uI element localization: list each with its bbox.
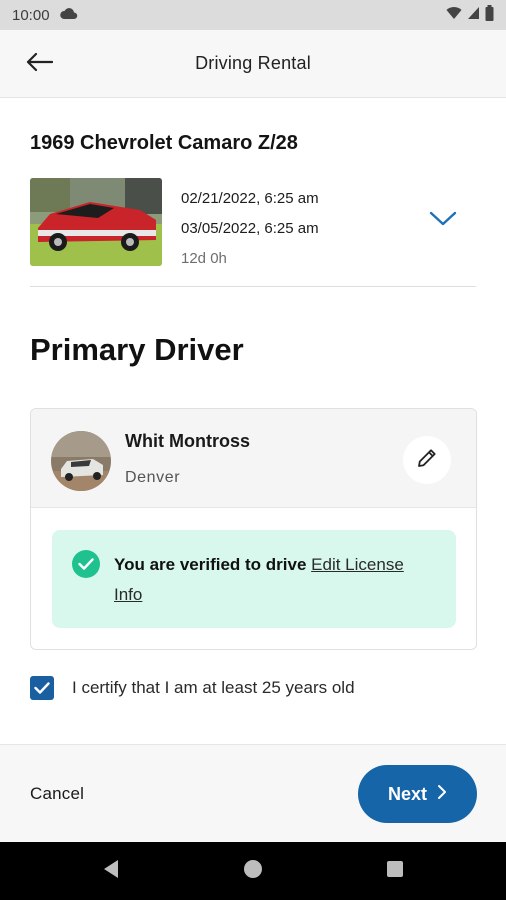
- check-circle-icon: [72, 550, 100, 578]
- status-bar: 10:00: [0, 0, 506, 30]
- cancel-button[interactable]: Cancel: [30, 784, 84, 804]
- signal-icon: [467, 6, 480, 24]
- verified-banner: You are verified to drive Edit License I…: [52, 530, 456, 628]
- end-date: 03/05/2022: [181, 220, 257, 237]
- next-label: Next: [387, 783, 427, 804]
- end-datetime: 03/05/2022, 6:25 am: [181, 214, 319, 244]
- arrow-left-icon: [25, 52, 54, 77]
- square-recents-icon: [386, 860, 404, 883]
- driver-card: Whit Montross Denver You are verified to…: [30, 408, 477, 650]
- footer-actions: Cancel Next: [0, 744, 506, 842]
- system-nav-bar: [0, 842, 506, 900]
- driver-header: Whit Montross Denver: [31, 409, 476, 508]
- circle-home-icon: [243, 859, 263, 884]
- certify-checkbox[interactable]: [30, 676, 54, 700]
- certify-label: I certify that I am at least 25 years ol…: [72, 678, 355, 697]
- nav-back-button[interactable]: [99, 859, 123, 883]
- chevron-right-icon: [437, 784, 447, 805]
- car-thumbnail: [30, 178, 162, 266]
- status-time: 10:00: [12, 6, 50, 24]
- nav-home-button[interactable]: [241, 859, 265, 883]
- end-time: , 6:25 am: [256, 220, 319, 237]
- rental-duration: 12d 0h: [181, 250, 227, 267]
- battery-icon: [485, 5, 494, 25]
- rental-dates: 02/21/2022, 6:25 am 03/05/2022, 6:25 am …: [181, 184, 319, 274]
- main-content: 1969 Chevrolet Camaro Z/28 02/21/2022, 6…: [0, 98, 506, 744]
- chevron-down-icon: [429, 211, 457, 232]
- verified-text: You are verified to drive: [114, 555, 307, 574]
- start-datetime: 02/21/2022, 6:25 am: [181, 184, 319, 214]
- start-time: , 6:25 am: [256, 190, 319, 207]
- verified-message: You are verified to drive Edit License I…: [114, 550, 434, 610]
- app-bar: Driving Rental: [0, 30, 506, 98]
- certify-row: I certify that I am at least 25 years ol…: [30, 676, 355, 700]
- nav-recents-button[interactable]: [383, 859, 407, 883]
- page-title: Driving Rental: [195, 53, 311, 73]
- expand-rental-button[interactable]: [428, 210, 458, 232]
- back-button[interactable]: [22, 50, 56, 78]
- edit-driver-button[interactable]: [403, 436, 451, 484]
- start-date: 02/21/2022: [181, 190, 257, 207]
- section-title: Primary Driver: [30, 332, 244, 367]
- cloud-icon: [59, 7, 78, 24]
- next-button[interactable]: Next: [358, 765, 477, 823]
- avatar: [51, 431, 111, 491]
- triangle-back-icon: [102, 859, 120, 884]
- driver-name: Whit Montross: [125, 431, 250, 451]
- pencil-icon: [416, 447, 438, 474]
- wifi-icon: [446, 6, 462, 24]
- car-title: 1969 Chevrolet Camaro Z/28: [30, 132, 298, 154]
- driver-city: Denver: [125, 469, 181, 486]
- divider: [30, 286, 476, 287]
